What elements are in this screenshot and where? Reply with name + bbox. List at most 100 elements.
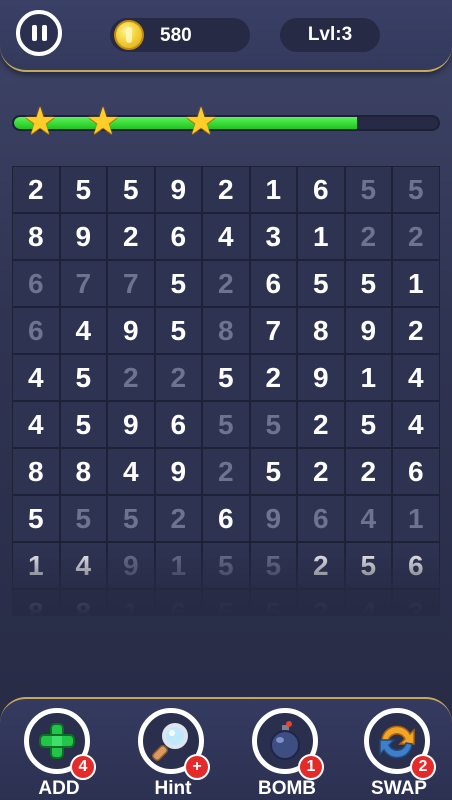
grid-cell[interactable]: 5 xyxy=(344,401,392,448)
grid-cell[interactable]: 1 xyxy=(297,213,345,260)
grid-cell[interactable]: 5 xyxy=(297,260,345,307)
grid-cell[interactable]: 5 xyxy=(344,542,392,589)
grid-cell[interactable]: 1 xyxy=(392,260,440,307)
star-icon: ★ xyxy=(183,101,219,143)
grid-cell[interactable]: 2 xyxy=(392,307,440,354)
grid-cell[interactable]: 4 xyxy=(59,307,107,354)
grid-cell[interactable]: 9 xyxy=(59,213,107,260)
grid-cell[interactable]: 6 xyxy=(154,213,202,260)
grid-cell[interactable]: 6 xyxy=(12,260,60,307)
add-booster-button[interactable]: 4 ADD xyxy=(24,708,96,799)
grid-cell[interactable]: 2 xyxy=(202,166,250,213)
grid-cell[interactable]: 5 xyxy=(344,166,392,213)
grid-cell[interactable]: 5 xyxy=(249,448,297,495)
grid-cell[interactable]: 6 xyxy=(12,307,60,354)
grid-cell[interactable]: 2 xyxy=(154,495,202,542)
grid-cell[interactable]: 7 xyxy=(107,260,155,307)
grid-cell[interactable]: 2 xyxy=(297,589,345,616)
grid-cell[interactable]: 4 xyxy=(59,542,107,589)
grid-cell[interactable]: 7 xyxy=(59,260,107,307)
grid-cell[interactable]: 5 xyxy=(202,401,250,448)
grid-cell[interactable]: 8 xyxy=(297,307,345,354)
grid-cell[interactable]: 6 xyxy=(202,495,250,542)
grid-cell[interactable]: 2 xyxy=(107,354,155,401)
grid-cell[interactable]: 5 xyxy=(107,166,155,213)
grid-cell[interactable]: 4 xyxy=(12,354,60,401)
grid-cell[interactable]: 4 xyxy=(107,448,155,495)
add-count-badge: 4 xyxy=(70,754,96,780)
grid-cell[interactable]: 9 xyxy=(154,448,202,495)
grid-cell[interactable]: 6 xyxy=(392,542,440,589)
grid-cell[interactable]: 2 xyxy=(297,542,345,589)
grid-cell[interactable]: 4 xyxy=(344,589,392,616)
bomb-booster-button[interactable]: 1 BOMB xyxy=(252,708,324,799)
grid-cell[interactable]: 5 xyxy=(249,589,297,616)
grid-cell[interactable]: 9 xyxy=(249,495,297,542)
grid-cell[interactable]: 9 xyxy=(344,307,392,354)
grid-cell[interactable]: 5 xyxy=(202,354,250,401)
grid-cell[interactable]: 6 xyxy=(154,401,202,448)
grid-cell[interactable]: 5 xyxy=(154,260,202,307)
grid-cell[interactable]: 4 xyxy=(344,495,392,542)
grid-cell[interactable]: 6 xyxy=(297,166,345,213)
grid-cell[interactable]: 5 xyxy=(202,589,250,616)
grid-cell[interactable]: 5 xyxy=(249,401,297,448)
grid-cell[interactable]: 1 xyxy=(107,589,155,616)
grid-cell[interactable]: 1 xyxy=(249,166,297,213)
grid-cell[interactable]: 5 xyxy=(59,354,107,401)
grid-cell[interactable]: 4 xyxy=(12,401,60,448)
grid-cell[interactable]: 1 xyxy=(12,542,60,589)
grid-cell[interactable]: 5 xyxy=(12,495,60,542)
grid-cell[interactable]: 4 xyxy=(392,401,440,448)
grid-cell[interactable]: 3 xyxy=(392,589,440,616)
grid-cell[interactable]: 8 xyxy=(12,589,60,616)
grid-cell[interactable]: 5 xyxy=(59,166,107,213)
grid-cell[interactable]: 5 xyxy=(392,166,440,213)
pause-button[interactable] xyxy=(16,10,62,56)
grid-cell[interactable]: 5 xyxy=(59,401,107,448)
grid-cell[interactable]: 5 xyxy=(344,260,392,307)
grid-cell[interactable]: 6 xyxy=(297,495,345,542)
grid-cell[interactable]: 5 xyxy=(249,542,297,589)
grid-cell[interactable]: 9 xyxy=(154,166,202,213)
swap-booster-button[interactable]: 2 SWAP xyxy=(364,708,436,799)
grid-cell[interactable]: 3 xyxy=(249,213,297,260)
grid-cell[interactable]: 5 xyxy=(154,307,202,354)
grid-cell[interactable]: 8 xyxy=(59,448,107,495)
swap-count-badge: 2 xyxy=(410,754,436,780)
grid-cell[interactable]: 6 xyxy=(154,589,202,616)
pause-icon-bar xyxy=(41,25,47,41)
grid-cell[interactable]: 2 xyxy=(12,166,60,213)
hint-label: Hint xyxy=(154,778,192,799)
grid-cell[interactable]: 1 xyxy=(392,495,440,542)
grid-cell[interactable]: 5 xyxy=(202,542,250,589)
grid-cell[interactable]: 8 xyxy=(12,213,60,260)
grid-cell[interactable]: 2 xyxy=(202,260,250,307)
grid-cell[interactable]: 6 xyxy=(249,260,297,307)
grid-cell[interactable]: 8 xyxy=(12,448,60,495)
grid-cell[interactable]: 4 xyxy=(202,213,250,260)
grid-cell[interactable]: 8 xyxy=(59,589,107,616)
grid-cell[interactable]: 7 xyxy=(249,307,297,354)
grid-cell[interactable]: 9 xyxy=(107,401,155,448)
grid-cell[interactable]: 2 xyxy=(154,354,202,401)
grid-cell[interactable]: 8 xyxy=(202,307,250,354)
grid-cell[interactable]: 5 xyxy=(59,495,107,542)
grid-cell[interactable]: 6 xyxy=(392,448,440,495)
grid-cell[interactable]: 5 xyxy=(107,495,155,542)
grid-cell[interactable]: 2 xyxy=(249,354,297,401)
grid-cell[interactable]: 4 xyxy=(392,354,440,401)
grid-cell[interactable]: 2 xyxy=(202,448,250,495)
grid-cell[interactable]: 1 xyxy=(154,542,202,589)
grid-cell[interactable]: 2 xyxy=(344,213,392,260)
grid-cell[interactable]: 2 xyxy=(392,213,440,260)
grid-cell[interactable]: 2 xyxy=(297,448,345,495)
grid-cell[interactable]: 9 xyxy=(107,307,155,354)
hint-booster-button[interactable]: + Hint xyxy=(138,708,210,799)
grid-cell[interactable]: 9 xyxy=(297,354,345,401)
grid-cell[interactable]: 2 xyxy=(297,401,345,448)
grid-cell[interactable]: 2 xyxy=(344,448,392,495)
grid-cell[interactable]: 2 xyxy=(107,213,155,260)
grid-cell[interactable]: 1 xyxy=(344,354,392,401)
grid-cell[interactable]: 9 xyxy=(107,542,155,589)
